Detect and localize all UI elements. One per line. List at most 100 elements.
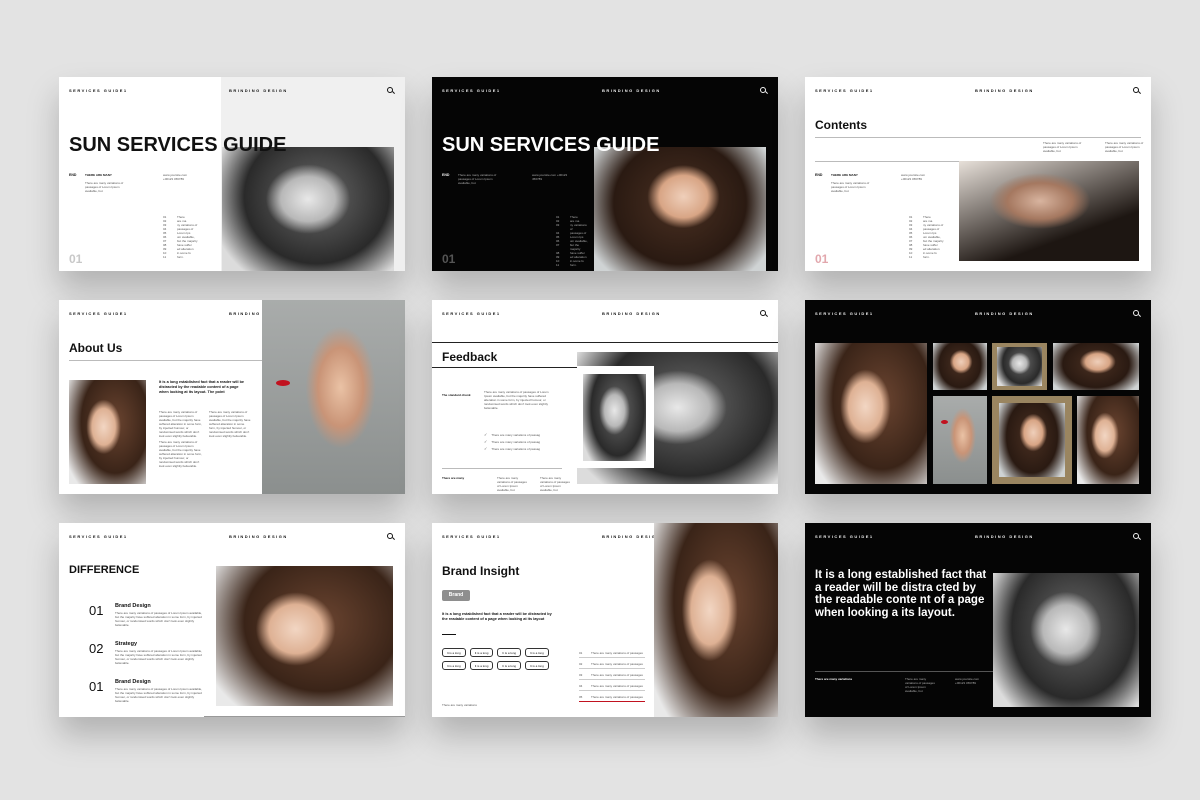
slide-quote[interactable]: SERVICES GUIDE1 BRINDING DESIGN It is a …	[805, 523, 1151, 717]
row-text: There are many variations of passages	[591, 662, 643, 666]
end-label: END	[442, 173, 450, 177]
search-icon[interactable]	[1133, 533, 1139, 539]
header-center: BRINDING DESIGN	[975, 534, 1034, 539]
page-number: 01	[815, 252, 829, 266]
list-number: 11	[909, 255, 913, 259]
page-title: Contents	[815, 118, 867, 132]
tag-pill[interactable]: It is a long	[442, 648, 466, 657]
search-icon[interactable]	[760, 310, 766, 316]
contents-note-2: There are many variations of passages of…	[1105, 141, 1144, 153]
difference-list: 01 Brand Design There are many variations …	[89, 603, 209, 717]
item-body: Brand Design There are many variations of…	[115, 679, 203, 703]
item-body: Strategy There are many variations of pas…	[115, 641, 203, 665]
search-icon[interactable]	[387, 87, 393, 93]
bw-closeup-photo	[993, 573, 1139, 707]
lead-text: It is a long established fact that a rea…	[159, 380, 245, 394]
row-item: 02 There are many variations of passages	[579, 660, 645, 669]
check-item: ✓ There are many variations of passag	[484, 432, 564, 438]
header-center: BRINDING DESIGN	[602, 88, 661, 93]
contact-info: www.yoursite.com +00123 456789	[163, 173, 188, 181]
tag-pill[interactable]: It is a long	[525, 661, 549, 670]
search-icon[interactable]	[387, 533, 393, 539]
portrait-photo-small	[69, 380, 146, 484]
row-item: 04 There are many variations of passages	[579, 682, 645, 691]
section-label: The standard chunk	[442, 393, 471, 397]
check-icon: ✓	[484, 439, 488, 444]
slide-difference[interactable]: SERVICES GUIDE1 BRINDING DESIGN DIFFEREN…	[59, 523, 405, 717]
end-subtitle: THERE ARE MANY	[831, 173, 858, 177]
item-number: 01	[89, 679, 104, 694]
header-left: SERVICES GUIDE1	[442, 534, 501, 539]
pill-tags: It is a long It is a long It is a long It i…	[442, 648, 562, 670]
item-text: There are many variations of passages of…	[115, 611, 203, 627]
footer-text-2: There are many variations of passages of…	[540, 476, 570, 492]
check-item: ✓ There are many variations of passag	[484, 447, 564, 452]
slide-gallery[interactable]: SERVICES GUIDE1 BRINDING DESIGN	[805, 300, 1151, 494]
search-icon[interactable]	[760, 87, 766, 93]
row-item: 03 There are many variations of passages	[579, 671, 645, 680]
gallery-photo-3	[933, 396, 987, 484]
header-left: SERVICES GUIDE1	[69, 311, 128, 316]
search-icon[interactable]	[1133, 87, 1139, 93]
slide-about-us[interactable]: SERVICES GUIDE1 BRINDING DESIGN About Us…	[59, 300, 405, 494]
cover-title: SUN SERVICES GUIDE	[69, 134, 287, 156]
gallery-frame-1	[992, 343, 1047, 390]
gallery-photo-4	[1077, 396, 1139, 484]
brand-badge[interactable]: Brand	[442, 590, 470, 601]
item-body: Brand Design There are many variations of…	[115, 603, 203, 627]
list-item: 11 form.	[163, 255, 213, 259]
row-text: There are many variations of passages	[591, 684, 643, 688]
slide-cover-light[interactable]: SERVICES GUIDE1 BRINDING DESIGN SUN SERV…	[59, 77, 405, 271]
portrait-photo-red-lips	[262, 300, 405, 494]
header-center: BRINDING DESIGN	[229, 534, 288, 539]
tag-pill[interactable]: It is a long	[469, 661, 494, 670]
gallery-photo-2	[1053, 343, 1139, 390]
difference-item: 02 Strategy There are many variations of p…	[89, 641, 209, 665]
footer-text-1: There are many variations of passages of…	[497, 476, 527, 492]
lead-text: It is a long established fact that a rea…	[442, 612, 552, 621]
list-number: 11	[556, 263, 560, 267]
search-icon[interactable]	[1133, 310, 1139, 316]
check-text: There are many variations of passag	[491, 440, 541, 444]
check-icon: ✓	[484, 432, 488, 437]
list-item: 07 but the majority	[556, 243, 590, 251]
item-number: 02	[89, 641, 104, 656]
tag-pill[interactable]: It is a long	[525, 648, 549, 657]
list-text: form.	[570, 263, 577, 267]
slide-brand-insight[interactable]: SERVICES GUIDE1 BRINDING DESIGN Brand In…	[432, 523, 778, 717]
row-text: There are many variations of passages	[591, 695, 643, 699]
gallery-photo-large	[815, 343, 927, 484]
header-left: SERVICES GUIDE1	[69, 534, 128, 539]
slide-feedback[interactable]: SERVICES GUIDE1 BRINDING DESIGN Feedback…	[432, 300, 778, 494]
header-left: SERVICES GUIDE1	[69, 88, 128, 93]
row-number: 05	[579, 695, 583, 699]
quote-text: It is a long established fact that a rea…	[815, 569, 987, 619]
gallery-photo-1	[933, 343, 987, 390]
footer-text-1: There are many variations of passages of…	[905, 677, 935, 693]
tag-pill[interactable]: It is a long	[497, 661, 522, 670]
portrait-photo	[654, 523, 778, 717]
page-title: DIFFERENCE	[69, 564, 140, 576]
header-center: BRINDING DESIGN	[602, 311, 661, 316]
header-left: SERVICES GUIDE1	[442, 88, 501, 93]
portrait-photo	[216, 566, 393, 706]
end-subtitle: THERE ARE MANY	[85, 173, 112, 177]
footer-label: There are many variations	[815, 677, 853, 681]
tag-pill[interactable]: It is a long	[497, 648, 522, 657]
page-number: 01	[442, 252, 456, 266]
check-text: There are many variations of passag	[491, 433, 541, 437]
row-number: 02	[579, 662, 583, 666]
slide-contents[interactable]: SERVICES GUIDE1 BRINDING DESIGN Contents…	[805, 77, 1151, 271]
item-number: 01	[89, 603, 104, 618]
intro-text: There are many variations of passages of…	[85, 181, 124, 193]
slide-cover-dark[interactable]: SERVICES GUIDE1 BRINDING DESIGN SUN SERV…	[432, 77, 778, 271]
contact-info: www.yoursite.com +00123 456789	[532, 173, 568, 181]
item-title: Brand Design	[115, 603, 151, 609]
tag-pill[interactable]: It is a long	[469, 648, 494, 657]
portrait-photo	[594, 147, 766, 271]
tag-pill[interactable]: It is a long	[442, 661, 466, 670]
row-number: 03	[579, 673, 583, 677]
row-text: There are many variations of passages	[591, 673, 643, 677]
list-number: 03	[556, 223, 560, 227]
intro-text: There are many variations of passages of…	[831, 181, 870, 193]
